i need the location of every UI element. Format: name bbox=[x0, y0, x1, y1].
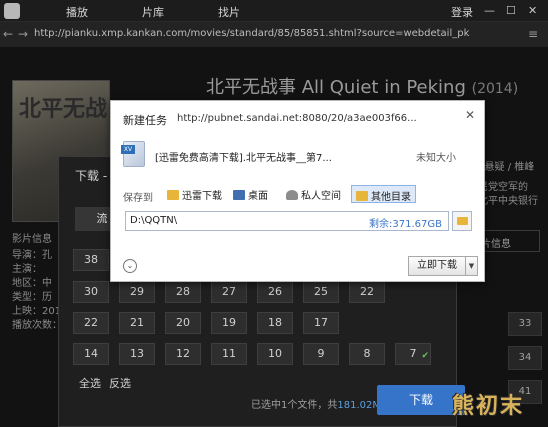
save-to-label: 保存到 bbox=[123, 193, 153, 204]
episode-10[interactable]: 10 bbox=[257, 343, 293, 365]
episode-21[interactable]: 21 bbox=[119, 312, 155, 334]
info-heading: 影片信息 bbox=[12, 234, 52, 245]
save-path-value: D:\QQTN\ bbox=[130, 215, 178, 226]
episode-30[interactable]: 30 bbox=[73, 281, 109, 303]
synopsis-line-1: 民党空军的 bbox=[478, 182, 528, 193]
select-all-link[interactable]: 全选 bbox=[79, 375, 101, 391]
episode-27[interactable]: 27 bbox=[211, 281, 247, 303]
cloud-icon bbox=[286, 190, 298, 200]
synopsis-line-2: 北平中央银行 bbox=[478, 196, 538, 207]
episode-11[interactable]: 11 bbox=[211, 343, 247, 365]
watermark-logo: 熊初末 bbox=[452, 394, 525, 419]
episode-25[interactable]: 25 bbox=[303, 281, 339, 303]
back-arrow-icon[interactable]: ← bbox=[3, 27, 13, 41]
video-file-icon: XV bbox=[121, 141, 145, 167]
info-genre: 类型：历 bbox=[12, 292, 52, 303]
genre-tags: / 悬疑 / 椎峰 bbox=[478, 162, 535, 173]
episode-29[interactable]: 29 bbox=[119, 281, 155, 303]
episode-7-selected[interactable]: 7 ✔ bbox=[395, 343, 431, 365]
info-cast: 主演： bbox=[12, 264, 42, 275]
file-type-badge: XV bbox=[121, 145, 135, 154]
episode-18[interactable]: 18 bbox=[257, 312, 293, 334]
folder-icon bbox=[167, 190, 179, 200]
close-window-icon[interactable]: ✕ bbox=[528, 4, 537, 17]
download-now-button[interactable]: 立即下载 bbox=[408, 256, 466, 276]
disk-remaining: 剩余:371.67GB bbox=[369, 219, 442, 230]
nav-play[interactable]: 播放 bbox=[66, 4, 88, 20]
episode-38[interactable]: 38 bbox=[73, 249, 109, 271]
selection-summary: 已选中1个文件，共181.02MB bbox=[251, 400, 388, 411]
poster-title: 北平无战 bbox=[19, 97, 108, 122]
forward-arrow-icon[interactable]: → bbox=[18, 27, 28, 41]
nav-library[interactable]: 片库 bbox=[142, 4, 164, 20]
download-options-dropdown[interactable]: ▼ bbox=[466, 256, 478, 276]
episode-13[interactable]: 13 bbox=[119, 343, 155, 365]
info-director: 导演：孔 bbox=[12, 250, 52, 261]
location-private-space[interactable]: 私人空间 bbox=[282, 185, 345, 203]
info-release: 上映：201 bbox=[12, 306, 62, 317]
menu-icon[interactable]: ≡ bbox=[528, 27, 538, 41]
app-topbar: 播放 片库 找片 登录 — ☐ ✕ bbox=[0, 0, 548, 22]
nav-find[interactable]: 找片 bbox=[218, 4, 240, 20]
task-url: http://pubnet.sandai.net:8080/20/a3ae003… bbox=[177, 113, 417, 124]
episode-22[interactable]: 22 bbox=[73, 312, 109, 334]
address-bar: ← → http://pianku.xmp.kankan.com/movies/… bbox=[0, 22, 548, 48]
episode-28[interactable]: 28 bbox=[165, 281, 201, 303]
maximize-icon[interactable]: ☐ bbox=[506, 4, 516, 17]
episode-17[interactable]: 17 bbox=[303, 312, 339, 334]
episode-9[interactable]: 9 bbox=[303, 343, 339, 365]
dialog-title: 新建任务 bbox=[123, 114, 167, 127]
file-size: 未知大小 bbox=[416, 153, 456, 164]
location-xunlei-download[interactable]: 迅雷下载 bbox=[163, 185, 226, 203]
login-link[interactable]: 登录 bbox=[451, 4, 473, 20]
movie-year: (2014) bbox=[471, 81, 519, 97]
save-path-input[interactable]: D:\QQTN\ 剩余:371.67GB bbox=[125, 211, 449, 231]
episode-7-label: 7 bbox=[409, 347, 417, 360]
episode-26[interactable]: 26 bbox=[257, 281, 293, 303]
location-other-directory[interactable]: 其他目录 bbox=[351, 185, 416, 203]
select-invert-link[interactable]: 反选 bbox=[109, 375, 131, 391]
episode-8[interactable]: 8 bbox=[349, 343, 385, 365]
episode-20[interactable]: 20 bbox=[165, 312, 201, 334]
download-panel-header: 下载 - bbox=[75, 169, 108, 183]
movie-title: 北平无战事 All Quiet in Peking (2014) bbox=[206, 77, 519, 98]
close-icon[interactable]: ✕ bbox=[465, 108, 475, 122]
new-task-dialog: 新建任务 http://pubnet.sandai.net:8080/20/a3… bbox=[110, 100, 485, 282]
episode-19[interactable]: 19 bbox=[211, 312, 247, 334]
info-playcount: 播放次数： bbox=[12, 320, 62, 331]
folder-icon bbox=[356, 191, 368, 201]
folder-icon bbox=[457, 217, 468, 225]
episode-14[interactable]: 14 bbox=[73, 343, 109, 365]
location-desktop[interactable]: 桌面 bbox=[229, 185, 272, 203]
desktop-icon bbox=[233, 190, 245, 200]
info-region: 地区：中 bbox=[12, 278, 52, 289]
app-logo-icon bbox=[4, 3, 20, 19]
chevron-down-icon[interactable]: ⌄ bbox=[123, 259, 137, 273]
episode-tile[interactable]: 33 bbox=[508, 312, 542, 336]
file-name[interactable]: [迅雷免费高清下载].北平无战事__第7... bbox=[155, 149, 332, 164]
url-field[interactable]: http://pianku.xmp.kankan.com/movies/stan… bbox=[34, 28, 469, 39]
episode-12[interactable]: 12 bbox=[165, 343, 201, 365]
minimize-icon[interactable]: — bbox=[484, 4, 495, 17]
browse-folder-button[interactable] bbox=[452, 211, 472, 231]
episode-22-partial[interactable]: 22 bbox=[349, 281, 385, 303]
episode-tile[interactable]: 34 bbox=[508, 346, 542, 370]
checkmark-icon: ✔ bbox=[421, 351, 429, 361]
